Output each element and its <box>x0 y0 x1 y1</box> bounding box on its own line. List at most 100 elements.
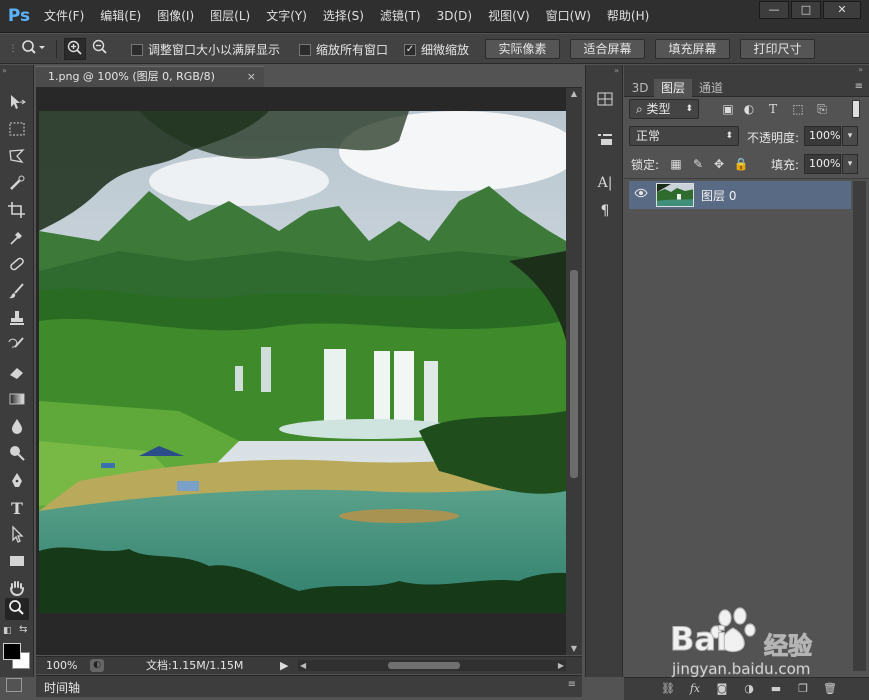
horizontal-scrollbar[interactable]: ◀ ▶ <box>298 660 566 671</box>
scroll-right-arrow-icon[interactable]: ▶ <box>558 660 564 671</box>
adjustment-layer-filter-icon[interactable]: ◐ <box>741 101 757 117</box>
menu-image[interactable]: 图像(I) <box>149 0 202 33</box>
collapse-panel-icon[interactable]: » <box>858 65 863 74</box>
lock-image-pixels-icon[interactable]: ✎ <box>690 156 706 172</box>
checkbox-box[interactable] <box>131 43 143 56</box>
pixel-layer-filter-icon[interactable]: ▣ <box>720 101 736 117</box>
checkbox-box-checked[interactable]: ✓ <box>404 43 416 56</box>
menu-3d[interactable]: 3D(D) <box>429 0 480 33</box>
layers-scrollbar[interactable] <box>853 181 866 671</box>
zoom-tool-icon[interactable] <box>5 598 29 620</box>
type-tool-icon[interactable]: T <box>5 498 29 520</box>
menu-select[interactable]: 选择(S) <box>315 0 372 33</box>
layer-row[interactable]: 图层 0 <box>629 181 851 209</box>
clone-stamp-tool-icon[interactable] <box>5 309 29 331</box>
swap-colors-icon[interactable]: ⇆ <box>19 624 27 635</box>
crop-tool-icon[interactable] <box>5 201 29 223</box>
brush-tool-icon[interactable] <box>5 282 29 304</box>
fill-input[interactable]: 100% <box>804 154 841 174</box>
close-button[interactable]: ✕ <box>823 1 861 19</box>
resize-windows-checkbox[interactable]: 调整窗口大小以满屏显示 <box>131 41 280 58</box>
history-brush-tool-icon[interactable] <box>5 336 29 358</box>
menu-bar: Ps 文件(F) 编辑(E) 图像(I) 图层(L) 文字(Y) 选择(S) 滤… <box>0 0 869 33</box>
menu-file[interactable]: 文件(F) <box>36 0 92 33</box>
rectangle-tool-icon[interactable] <box>5 552 29 574</box>
default-colors-icon[interactable]: ◧ <box>3 626 12 636</box>
quick-selection-tool-icon[interactable] <box>5 174 29 196</box>
menu-window[interactable]: 窗口(W) <box>538 0 599 33</box>
lock-all-icon[interactable]: 🔒 <box>733 156 749 172</box>
document-tab[interactable]: 1.png @ 100% (图层 0, RGB/8) × <box>36 66 264 87</box>
menu-view[interactable]: 视图(V) <box>480 0 538 33</box>
horizontal-scroll-thumb[interactable] <box>388 662 460 669</box>
options-separator <box>56 40 57 58</box>
opacity-dropdown-icon[interactable]: ▾ <box>842 126 858 146</box>
character-panel-icon[interactable]: A| <box>595 173 615 193</box>
lock-label: 锁定: <box>631 158 660 172</box>
maximize-button[interactable]: □ <box>791 1 821 19</box>
healing-brush-tool-icon[interactable] <box>5 255 29 277</box>
zoom-in-button[interactable] <box>64 38 86 60</box>
print-size-button[interactable]: 打印尺寸 <box>740 39 815 59</box>
pen-tool-icon[interactable] <box>5 471 29 493</box>
expand-panels-icon[interactable]: » <box>614 66 619 75</box>
collapse-icon[interactable]: » <box>2 66 7 75</box>
marquee-tool-icon[interactable] <box>5 120 29 142</box>
fill-screen-button[interactable]: 填充屏幕 <box>655 39 730 59</box>
fill-dropdown-icon[interactable]: ▾ <box>842 154 858 174</box>
link-layers-icon[interactable]: ⛓ <box>660 682 676 696</box>
lasso-tool-icon[interactable] <box>5 147 29 169</box>
scroll-up-arrow-icon[interactable]: ▲ <box>566 88 582 100</box>
eye-visibility-icon[interactable] <box>634 188 648 201</box>
vertical-scrollbar[interactable]: ▲ ▼ <box>566 88 582 655</box>
quick-mask-icon[interactable] <box>6 678 22 692</box>
foreground-color-swatch[interactable] <box>3 643 21 660</box>
checkbox-box[interactable] <box>299 43 311 56</box>
lock-position-icon[interactable]: ✥ <box>711 156 727 172</box>
opacity-input[interactable]: 100% <box>804 126 841 146</box>
status-info-icon[interactable]: ◐ <box>90 659 104 672</box>
paragraph-panel-icon[interactable]: ¶ <box>595 201 615 221</box>
move-tool-icon[interactable] <box>5 93 29 115</box>
blur-tool-icon[interactable] <box>5 417 29 439</box>
scrubby-zoom-checkbox[interactable]: ✓ 细微缩放 <box>404 41 469 58</box>
panel-menu-icon[interactable]: ≡ <box>855 81 863 92</box>
tab-3d[interactable]: 3D <box>628 79 652 97</box>
actual-pixels-button[interactable]: 实际像素 <box>485 39 560 59</box>
minimize-button[interactable]: — <box>759 1 789 19</box>
tab-channels[interactable]: 通道 <box>694 79 728 97</box>
blend-mode-select[interactable]: 正常 ⬍ <box>629 126 739 146</box>
gradient-tool-icon[interactable] <box>5 390 29 412</box>
eyedropper-tool-icon[interactable] <box>5 228 29 250</box>
zoom-all-windows-checkbox[interactable]: 缩放所有窗口 <box>299 41 388 58</box>
vertical-scroll-thumb[interactable] <box>570 270 578 478</box>
zoom-tool-preset[interactable] <box>18 38 46 60</box>
smart-object-filter-icon[interactable]: ⎘ <box>814 101 830 117</box>
fit-screen-button[interactable]: 适合屏幕 <box>570 39 645 59</box>
timeline-tab[interactable]: 时间轴 <box>44 679 80 696</box>
zoom-out-button[interactable] <box>89 38 111 60</box>
document-canvas-image[interactable] <box>39 111 566 613</box>
dodge-tool-icon[interactable] <box>5 444 29 466</box>
lock-transparent-pixels-icon[interactable]: ▦ <box>668 156 684 172</box>
menu-filter[interactable]: 滤镜(T) <box>372 0 429 33</box>
layer-filter-select[interactable]: ⌕ 类型 ⬍ <box>629 99 699 119</box>
shape-layer-filter-icon[interactable]: ⬚ <box>790 101 806 117</box>
close-tab-icon[interactable]: × <box>247 67 256 87</box>
menu-type[interactable]: 文字(Y) <box>258 0 315 33</box>
eraser-tool-icon[interactable] <box>5 363 29 385</box>
panel-menu-icon[interactable]: ≡ <box>568 679 576 690</box>
tab-layers[interactable]: 图层 <box>654 79 692 97</box>
menu-layer[interactable]: 图层(L) <box>202 0 258 33</box>
menu-edit[interactable]: 编辑(E) <box>92 0 149 33</box>
menu-help[interactable]: 帮助(H) <box>599 0 657 33</box>
scroll-down-arrow-icon[interactable]: ▼ <box>566 643 582 655</box>
actions-panel-icon[interactable] <box>595 131 615 151</box>
status-menu-arrow-icon[interactable]: ▶ <box>280 657 288 674</box>
path-selection-tool-icon[interactable] <box>5 525 29 547</box>
zoom-level-field[interactable]: 100% <box>46 657 77 674</box>
filter-toggle-switch[interactable] <box>852 100 860 118</box>
scroll-left-arrow-icon[interactable]: ◀ <box>300 660 306 671</box>
history-panel-icon[interactable] <box>595 91 615 111</box>
type-layer-filter-icon[interactable]: T <box>765 101 781 117</box>
